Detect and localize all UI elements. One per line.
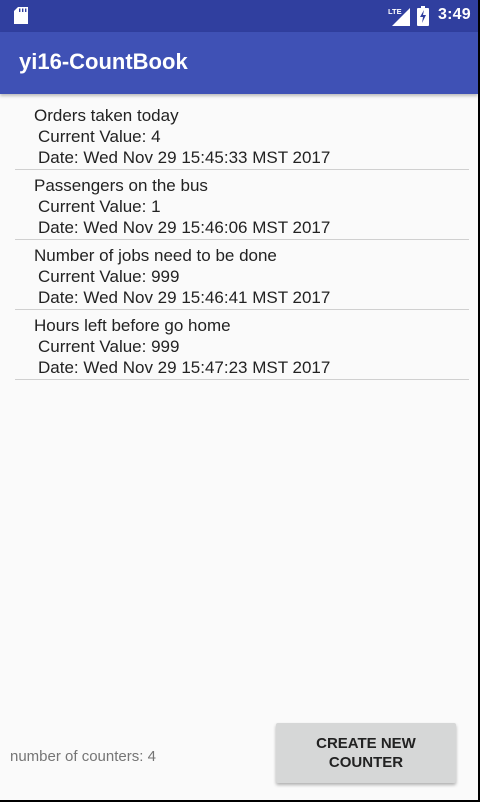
create-new-counter-label: CREATE NEW COUNTER (316, 735, 416, 771)
counter-name: Hours left before go home (34, 316, 231, 335)
counter-item[interactable]: Hours left before go home Current Value:… (15, 310, 469, 380)
counter-name: Passengers on the bus (34, 176, 208, 195)
counter-list[interactable]: Orders taken today Current Value: 4 Date… (15, 100, 469, 380)
counter-date: Date: Wed Nov 29 15:46:06 MST 2017 (38, 218, 331, 237)
counter-item[interactable]: Passengers on the bus Current Value: 1 D… (15, 170, 469, 240)
counter-name: Number of jobs need to be done (34, 246, 277, 265)
counter-date: Date: Wed Nov 29 15:45:33 MST 2017 (38, 148, 331, 167)
svg-text:LTE: LTE (388, 7, 402, 16)
lte-signal-icon: LTE (388, 7, 410, 26)
counter-value: Current Value: 999 (38, 337, 180, 356)
counter-item[interactable]: Number of jobs need to be done Current V… (15, 240, 469, 310)
counter-date: Date: Wed Nov 29 15:47:23 MST 2017 (38, 358, 331, 377)
counter-date: Date: Wed Nov 29 15:46:41 MST 2017 (38, 288, 331, 307)
app-bar: yi16-CountBook (0, 32, 478, 94)
app-screen: LTE 3:49 yi16-CountBook Orders taken tod… (0, 0, 478, 800)
status-time: 3:49 (438, 6, 471, 23)
create-new-counter-button[interactable]: CREATE NEW COUNTER (276, 723, 456, 783)
counter-item[interactable]: Orders taken today Current Value: 4 Date… (15, 100, 469, 170)
sd-card-icon (14, 7, 28, 24)
counter-value: Current Value: 1 (38, 197, 161, 216)
counter-name: Orders taken today (34, 106, 179, 125)
counter-value: Current Value: 4 (38, 127, 161, 146)
status-bar: LTE 3:49 (0, 0, 478, 32)
battery-charging-icon (417, 6, 429, 26)
counter-count-label: number of counters: 4 (10, 748, 156, 765)
app-title: yi16-CountBook (19, 49, 188, 74)
counter-value: Current Value: 999 (38, 267, 180, 286)
